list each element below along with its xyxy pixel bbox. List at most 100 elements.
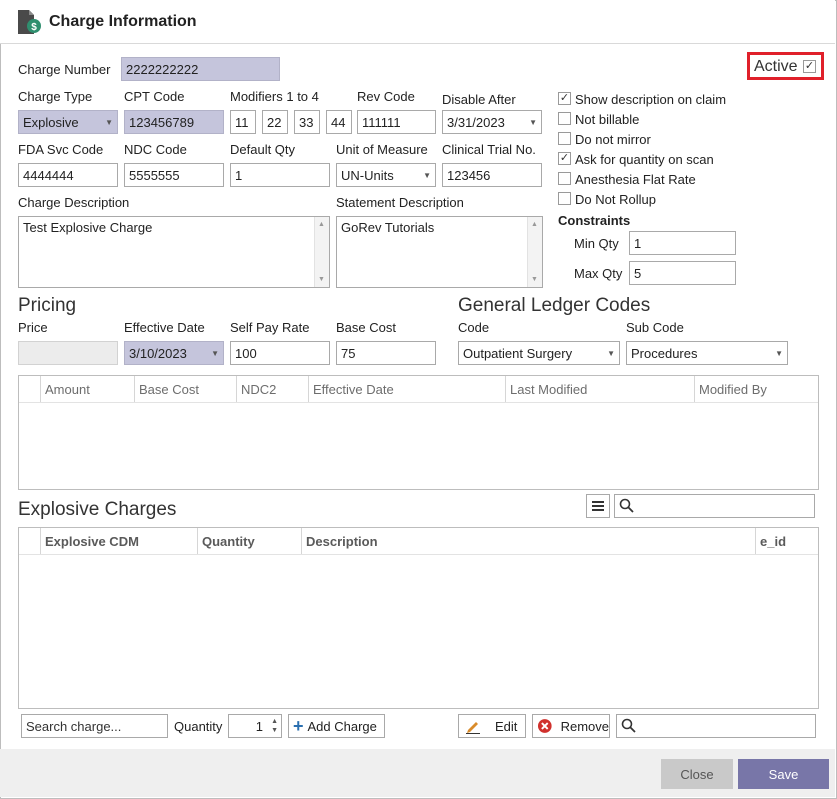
scroll-down-icon: ▼ bbox=[318, 276, 325, 283]
statement-description-label: Statement Description bbox=[336, 195, 464, 210]
unit-of-measure-dropdown[interactable]: UN-Units ▼ bbox=[336, 163, 436, 187]
bottom-search-input[interactable] bbox=[616, 714, 816, 738]
edit-label: Edit bbox=[495, 718, 518, 734]
ndc-code-label: NDC Code bbox=[124, 142, 187, 157]
chevron-down-icon: ▼ bbox=[607, 348, 615, 358]
svg-text:$: $ bbox=[31, 22, 37, 33]
anesthesia-flat-rate-checkbox[interactable] bbox=[558, 172, 571, 185]
column-base-cost[interactable]: Base Cost bbox=[135, 376, 237, 402]
modifier-1-field[interactable]: 11 bbox=[230, 110, 256, 134]
effective-date-value: 3/10/2023 bbox=[129, 345, 187, 361]
disable-after-datepicker[interactable]: 3/31/2023 ▼ bbox=[442, 110, 542, 134]
modifier-2-field[interactable]: 22 bbox=[262, 110, 288, 134]
max-qty-label: Max Qty bbox=[574, 266, 623, 281]
close-button[interactable]: Close bbox=[661, 759, 733, 789]
charge-type-dropdown[interactable]: Explosive ▼ bbox=[18, 110, 118, 134]
plus-icon: + bbox=[293, 716, 304, 736]
do-not-mirror-checkbox[interactable] bbox=[558, 132, 571, 145]
default-qty-field[interactable]: 1 bbox=[230, 163, 330, 187]
do-not-rollup-checkbox[interactable] bbox=[558, 192, 571, 205]
ndc-code-field[interactable]: 5555555 bbox=[124, 163, 224, 187]
add-charge-button[interactable]: + Add Charge bbox=[288, 714, 385, 738]
charge-description-label: Charge Description bbox=[18, 195, 130, 210]
remove-icon bbox=[537, 719, 552, 733]
pricing-heading: Pricing bbox=[18, 295, 77, 316]
save-button[interactable]: Save bbox=[738, 759, 829, 789]
remove-button[interactable]: Remove bbox=[532, 714, 610, 738]
effective-date-label: Effective Date bbox=[124, 320, 205, 335]
not-billable-checkbox[interactable] bbox=[558, 112, 571, 125]
column-quantity[interactable]: Quantity bbox=[198, 528, 302, 554]
window-title: Charge Information bbox=[49, 13, 197, 30]
min-qty-field[interactable]: 1 bbox=[629, 231, 736, 255]
scroll-up-icon: ▲ bbox=[531, 221, 538, 228]
clinical-trial-field[interactable]: 123456 bbox=[442, 163, 542, 187]
charge-description-textarea[interactable]: Test Explosive Charge ▲ ▼ bbox=[18, 216, 330, 288]
cpt-code-field[interactable]: 123456789 bbox=[124, 110, 224, 134]
column-amount[interactable]: Amount bbox=[41, 376, 135, 402]
quantity-label: Quantity bbox=[174, 719, 223, 734]
active-checkbox[interactable]: ✓ bbox=[803, 60, 816, 73]
do-not-rollup-label: Do Not Rollup bbox=[575, 192, 656, 207]
show-description-checkbox[interactable]: ✓ bbox=[558, 92, 571, 105]
explosive-charges-grid[interactable]: Explosive CDM Quantity Description e_id bbox=[18, 527, 819, 709]
stepper-arrows-icon[interactable]: ▲ ▼ bbox=[271, 717, 278, 735]
column-chooser-button[interactable] bbox=[586, 494, 610, 518]
scrollbar[interactable]: ▲ ▼ bbox=[314, 217, 329, 287]
price-field[interactable] bbox=[18, 341, 118, 365]
column-description[interactable]: Description bbox=[302, 528, 756, 554]
statement-description-textarea[interactable]: GoRev Tutorials ▲ ▼ bbox=[336, 216, 543, 288]
price-label: Price bbox=[18, 320, 48, 335]
column-last-modified[interactable]: Last Modified bbox=[506, 376, 695, 402]
fda-svc-code-field[interactable]: 4444444 bbox=[18, 163, 118, 187]
checkmark-icon: ✓ bbox=[559, 92, 570, 104]
scroll-up-icon: ▲ bbox=[318, 221, 325, 228]
self-pay-rate-field[interactable]: 100 bbox=[230, 341, 330, 365]
chevron-down-icon: ▼ bbox=[211, 348, 219, 358]
gl-code-label: Code bbox=[458, 320, 490, 335]
charge-number-field[interactable]: 2222222222 bbox=[121, 57, 280, 81]
rev-code-label: Rev Code bbox=[357, 89, 415, 104]
column-e-id[interactable]: e_id bbox=[756, 528, 818, 554]
scroll-down-icon: ▼ bbox=[531, 276, 538, 283]
edit-button[interactable]: Edit bbox=[458, 714, 526, 738]
modifier-4-field[interactable]: 44 bbox=[326, 110, 352, 134]
ask-quantity-checkbox[interactable]: ✓ bbox=[558, 152, 571, 165]
charge-type-label: Charge Type bbox=[18, 89, 93, 104]
unit-of-measure-label: Unit of Measure bbox=[336, 142, 428, 157]
unit-of-measure-value: UN-Units bbox=[341, 167, 394, 183]
anesthesia-flat-rate-label: Anesthesia Flat Rate bbox=[575, 172, 696, 187]
gl-codes-heading: General Ledger Codes bbox=[458, 295, 651, 316]
column-ndc2[interactable]: NDC2 bbox=[237, 376, 309, 402]
base-cost-field[interactable]: 75 bbox=[336, 341, 436, 365]
search-charge-input[interactable]: Search charge... bbox=[21, 714, 168, 738]
chevron-down-icon: ▼ bbox=[775, 348, 783, 358]
quantity-value: 1 bbox=[255, 718, 263, 734]
checkmark-icon: ✓ bbox=[804, 60, 815, 72]
title-bar: $ Charge Information bbox=[0, 0, 835, 44]
column-explosive-cdm[interactable]: Explosive CDM bbox=[41, 528, 198, 554]
scrollbar[interactable]: ▲ ▼ bbox=[527, 217, 542, 287]
disable-after-value: 3/31/2023 bbox=[447, 114, 505, 130]
column-effective-date[interactable]: Effective Date bbox=[309, 376, 506, 402]
not-billable-label: Not billable bbox=[575, 112, 640, 127]
add-charge-label: Add Charge bbox=[307, 718, 377, 734]
pricing-history-grid[interactable]: Amount Base Cost NDC2 Effective Date Las… bbox=[18, 375, 819, 490]
max-qty-field[interactable]: 5 bbox=[629, 261, 736, 285]
cpt-code-label: CPT Code bbox=[124, 89, 185, 104]
chevron-down-icon: ▼ bbox=[105, 117, 113, 127]
rev-code-field[interactable]: 111111 bbox=[357, 110, 436, 134]
gl-code-dropdown[interactable]: Outpatient Surgery ▼ bbox=[458, 341, 620, 365]
menu-icon bbox=[592, 501, 604, 511]
charge-number-label: Charge Number bbox=[18, 62, 111, 77]
default-qty-label: Default Qty bbox=[230, 142, 296, 157]
column-modified-by[interactable]: Modified By bbox=[695, 376, 818, 402]
modifier-3-field[interactable]: 33 bbox=[294, 110, 320, 134]
remove-label: Remove bbox=[560, 718, 609, 734]
explosive-search-input[interactable] bbox=[614, 494, 815, 518]
effective-date-picker[interactable]: 3/10/2023 ▼ bbox=[124, 341, 224, 365]
gl-sub-code-dropdown[interactable]: Procedures ▼ bbox=[626, 341, 788, 365]
search-icon bbox=[621, 718, 636, 733]
quantity-stepper[interactable]: 1 ▲ ▼ bbox=[228, 714, 282, 738]
active-label: Active bbox=[754, 58, 798, 75]
